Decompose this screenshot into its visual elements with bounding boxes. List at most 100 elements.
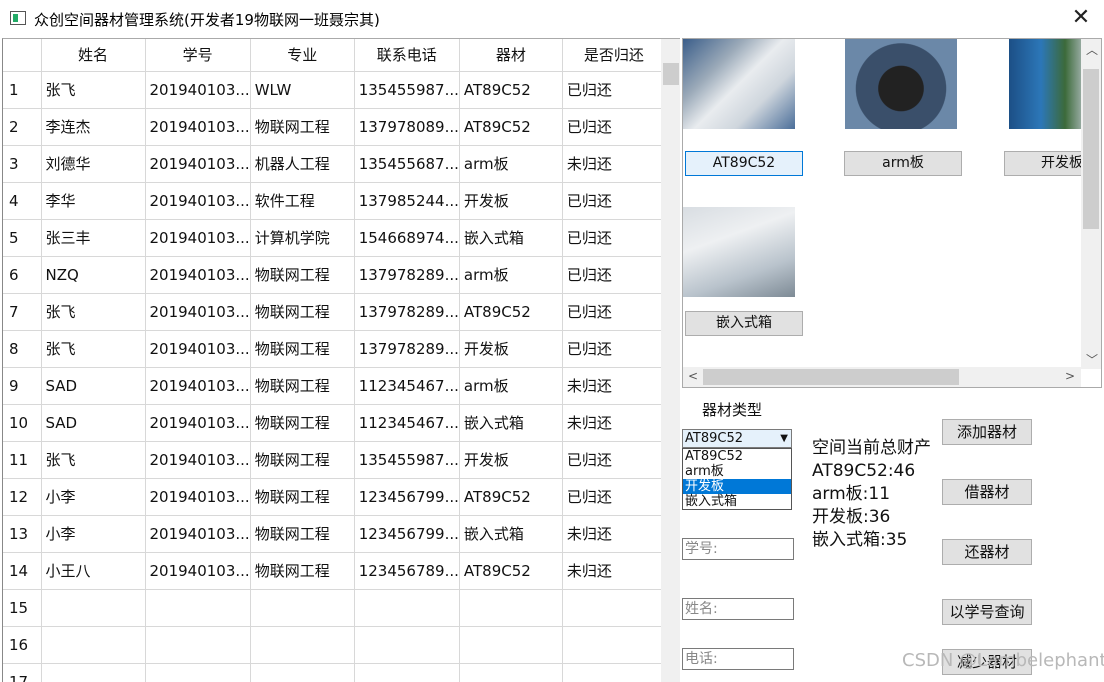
panel-vertical-scrollbar[interactable]: ︿ ﹀ <box>1081 39 1101 369</box>
row-number[interactable]: 12 <box>3 478 42 516</box>
table-cell[interactable]: arm板 <box>459 145 563 183</box>
table-cell[interactable] <box>41 589 146 627</box>
table-cell[interactable]: 物联网工程 <box>250 367 355 405</box>
table-cell[interactable]: 已归还 <box>562 219 666 257</box>
table-cell[interactable]: 112345467... <box>354 367 460 405</box>
table-row[interactable]: 12 小李 201940103... 物联网工程 123456799... AT89C52… <box>3 478 666 516</box>
arm-board-button[interactable]: arm板 <box>844 151 962 176</box>
table-row[interactable]: 6 NZQ 201940103... 物联网工程 137978289... arm板 已归还 <box>3 256 666 294</box>
row-number[interactable]: 14 <box>3 552 42 590</box>
table-cell[interactable]: 123456799... <box>354 478 460 516</box>
row-number[interactable]: 6 <box>3 256 42 294</box>
table-cell[interactable] <box>145 663 251 682</box>
table-cell[interactable]: 201940103... <box>145 219 251 257</box>
panel-horizontal-scrollbar[interactable]: < > <box>683 367 1081 387</box>
scroll-down-icon[interactable]: ﹀ <box>1086 351 1098 368</box>
table-cell[interactable] <box>459 589 563 627</box>
phone-field[interactable]: 电话: <box>682 648 794 670</box>
table-row[interactable]: 8 张飞 201940103... 物联网工程 137978289... 开发板 已归还 <box>3 330 666 368</box>
row-number[interactable]: 9 <box>3 367 42 405</box>
row-number[interactable]: 11 <box>3 441 42 479</box>
table-row[interactable]: 17 <box>3 663 666 682</box>
column-header[interactable]: 是否归还 <box>562 39 666 72</box>
table-cell[interactable]: 软件工程 <box>250 182 355 220</box>
row-number[interactable]: 1 <box>3 71 42 109</box>
table-cell[interactable]: 112345467... <box>354 404 460 442</box>
table-cell[interactable]: AT89C52 <box>459 552 563 590</box>
table-cell[interactable]: 137978289... <box>354 293 460 331</box>
table-row[interactable]: 14 小王八 201940103... 物联网工程 123456789... AT89C5… <box>3 552 666 590</box>
scroll-up-icon[interactable]: ︿ <box>1086 41 1098 58</box>
table-cell[interactable]: AT89C52 <box>459 71 563 109</box>
table-cell[interactable]: 201940103... <box>145 145 251 183</box>
table-cell[interactable]: WLW <box>250 71 355 109</box>
table-cell[interactable]: 物联网工程 <box>250 552 355 590</box>
option-at89c52[interactable]: AT89C52 <box>683 449 791 464</box>
at89c52-button[interactable]: AT89C52 <box>685 151 803 176</box>
row-number[interactable]: 4 <box>3 182 42 220</box>
row-number[interactable]: 3 <box>3 145 42 183</box>
table-cell[interactable]: 李连杰 <box>41 108 146 146</box>
table-row[interactable]: 1 张飞 201940103... WLW 135455987... AT89C52 已归还 <box>3 71 666 109</box>
panel-vscroll-thumb[interactable] <box>1083 69 1099 229</box>
table-cell[interactable]: 已归还 <box>562 182 666 220</box>
table-cell[interactable]: arm板 <box>459 256 563 294</box>
table-cell[interactable] <box>562 663 666 682</box>
table-cell[interactable] <box>459 626 563 664</box>
row-number[interactable]: 16 <box>3 626 42 664</box>
table-cell[interactable]: 物联网工程 <box>250 515 355 553</box>
table-cell[interactable]: SAD <box>41 367 146 405</box>
borrow-equipment-button[interactable]: 借器材 <box>942 479 1032 505</box>
table-cell[interactable] <box>562 626 666 664</box>
table-row[interactable]: 10 SAD 201940103... 物联网工程 112345467... 嵌入式箱 未归… <box>3 404 666 442</box>
return-equipment-button[interactable]: 还器材 <box>942 539 1032 565</box>
table-cell[interactable]: 123456789... <box>354 552 460 590</box>
table-cell[interactable]: SAD <box>41 404 146 442</box>
table-scroll-thumb[interactable] <box>663 63 679 85</box>
table-cell[interactable]: 刘德华 <box>41 145 146 183</box>
table-cell[interactable]: AT89C52 <box>459 108 563 146</box>
table-cell[interactable]: 201940103... <box>145 441 251 479</box>
table-cell[interactable]: 已归还 <box>562 330 666 368</box>
table-row[interactable]: 16 <box>3 626 666 664</box>
row-number[interactable]: 8 <box>3 330 42 368</box>
table-cell[interactable]: AT89C52 <box>459 478 563 516</box>
row-number[interactable]: 2 <box>3 108 42 146</box>
table-cell[interactable]: 201940103... <box>145 478 251 516</box>
table-cell[interactable]: 已归还 <box>562 108 666 146</box>
table-cell[interactable]: NZQ <box>41 256 146 294</box>
table-cell[interactable]: 开发板 <box>459 330 563 368</box>
panel-hscroll-thumb[interactable] <box>703 369 959 385</box>
table-row[interactable]: 3 刘德华 201940103... 机器人工程 135455687... arm板 未归还 <box>3 145 666 183</box>
table-cell[interactable]: 李华 <box>41 182 146 220</box>
table-cell[interactable]: 201940103... <box>145 330 251 368</box>
table-cell[interactable]: 135455987... <box>354 441 460 479</box>
table-cell[interactable]: 未归还 <box>562 404 666 442</box>
table-cell[interactable]: 201940103... <box>145 293 251 331</box>
table-cell[interactable]: 135455687... <box>354 145 460 183</box>
table-row[interactable]: 7 张飞 201940103... 物联网工程 137978289... AT89C52 已… <box>3 293 666 331</box>
student-id-field[interactable]: 学号: <box>682 538 794 560</box>
table-cell[interactable]: 计算机学院 <box>250 219 355 257</box>
corner-cell[interactable] <box>3 39 42 72</box>
table-cell[interactable]: 201940103... <box>145 367 251 405</box>
scroll-left-icon[interactable]: < <box>688 369 698 383</box>
table-cell[interactable]: 已归还 <box>562 71 666 109</box>
table-row[interactable]: 5 张三丰 201940103... 计算机学院 154668974... 嵌入式箱 已归还 <box>3 219 666 257</box>
embedded-box-button[interactable]: 嵌入式箱 <box>685 311 803 336</box>
column-header[interactable]: 学号 <box>145 39 251 72</box>
table-row[interactable]: 9 SAD 201940103... 物联网工程 112345467... arm板 未归还 <box>3 367 666 405</box>
scroll-right-icon[interactable]: > <box>1065 369 1075 383</box>
table-cell[interactable]: 201940103... <box>145 71 251 109</box>
table-cell[interactable]: 物联网工程 <box>250 256 355 294</box>
table-row[interactable]: 13 小李 201940103... 物联网工程 123456799... 嵌入式箱 未归还 <box>3 515 666 553</box>
table-cell[interactable] <box>41 626 146 664</box>
table-cell[interactable]: 201940103... <box>145 108 251 146</box>
table-cell[interactable] <box>459 663 563 682</box>
table-cell[interactable]: 154668974... <box>354 219 460 257</box>
option-arm-board[interactable]: arm板 <box>683 464 791 479</box>
table-row[interactable]: 11 张飞 201940103... 物联网工程 135455987... 开发板 已归还 <box>3 441 666 479</box>
column-header[interactable]: 专业 <box>250 39 355 72</box>
name-field[interactable]: 姓名: <box>682 598 794 620</box>
table-cell[interactable]: 嵌入式箱 <box>459 404 563 442</box>
